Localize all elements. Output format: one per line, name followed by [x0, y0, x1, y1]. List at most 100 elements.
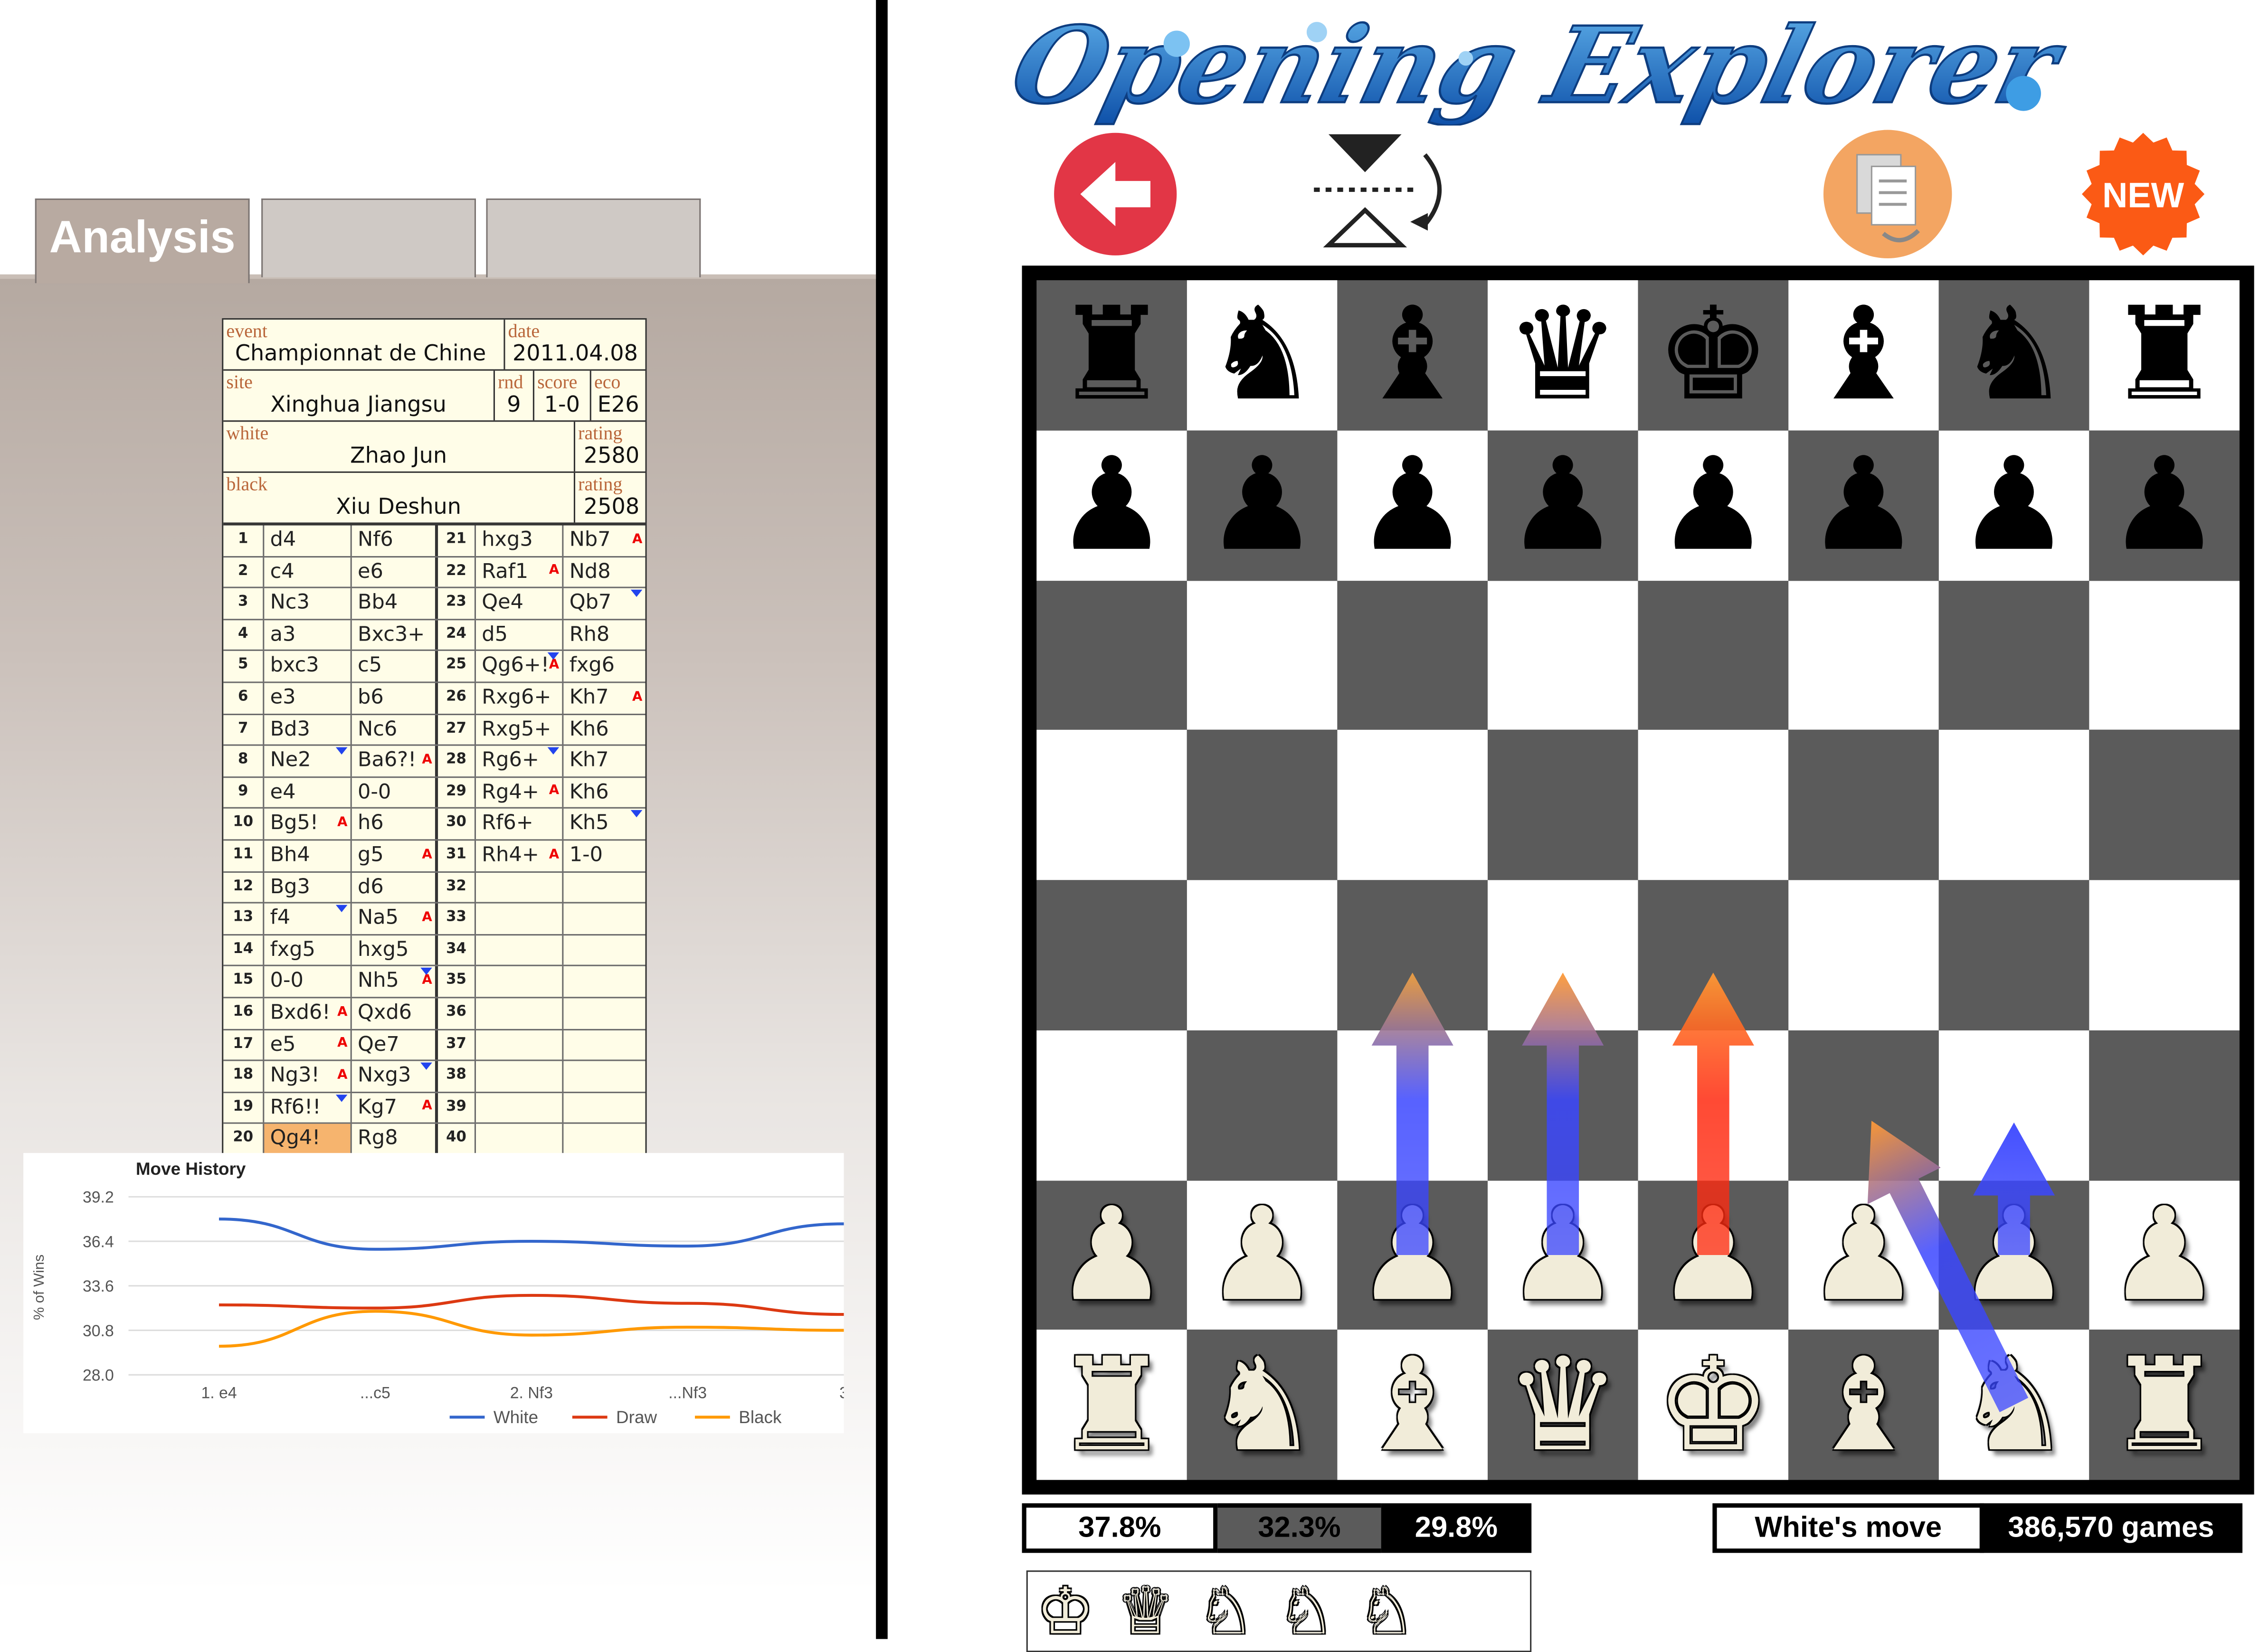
black-move[interactable]: Qxd6	[350, 998, 435, 1029]
black-move[interactable]: Nd8	[562, 557, 645, 587]
white-move[interactable]	[474, 935, 562, 965]
white-move[interactable]: Qg4!	[263, 1124, 351, 1154]
white-move[interactable]: Bd3	[263, 714, 350, 745]
black-move[interactable]	[562, 935, 645, 965]
black-move[interactable]	[562, 903, 645, 934]
square-h3[interactable]	[2089, 1030, 2240, 1180]
white-move[interactable]: 0-0	[263, 966, 350, 997]
black-move[interactable]: e6	[350, 557, 435, 587]
square-f3[interactable]	[1788, 1030, 1939, 1180]
square-c6[interactable]	[1337, 580, 1488, 730]
black-move[interactable]	[562, 1093, 645, 1123]
white-move[interactable]: Rg6+	[474, 746, 562, 776]
tab-analysis[interactable]: Analysis	[35, 198, 250, 283]
square-d4[interactable]	[1487, 880, 1638, 1030]
white-move[interactable]	[474, 998, 562, 1029]
white-knight-icon[interactable]: ♞	[1939, 1330, 2089, 1480]
black-queen-icon[interactable]: ♛	[1488, 280, 1638, 430]
black-move[interactable]: 0-0	[350, 777, 435, 808]
square-e4[interactable]	[1638, 880, 1789, 1030]
black-move[interactable]: Qe7	[350, 1029, 435, 1060]
white-pawn-icon[interactable]: ♟	[2089, 1180, 2240, 1330]
black-move[interactable]: Na5 A	[350, 903, 435, 934]
white-rook-icon[interactable]: ♜	[2089, 1330, 2240, 1480]
white-move[interactable]	[474, 1093, 562, 1123]
white-move[interactable]: Raf1 A	[474, 557, 562, 587]
white-move[interactable]: fxg5	[263, 935, 350, 965]
square-b4[interactable]	[1187, 880, 1338, 1030]
white-move[interactable]: Bg3	[263, 872, 350, 902]
black-pawn-icon[interactable]: ♟	[1036, 430, 1187, 580]
black-pawn-icon[interactable]: ♟	[1788, 430, 1939, 580]
black-move[interactable]	[562, 872, 645, 902]
white-move[interactable]: Bg5! A	[263, 809, 350, 840]
white-pawn-icon[interactable]: ♟	[1788, 1180, 1939, 1330]
black-move[interactable]: Kh7	[562, 746, 645, 776]
square-a4[interactable]	[1036, 880, 1187, 1030]
square-c4[interactable]	[1337, 880, 1488, 1030]
white-pawn-icon[interactable]: ♟	[1939, 1180, 2089, 1330]
square-h6[interactable]	[2089, 580, 2240, 730]
square-g5[interactable]	[1938, 730, 2089, 880]
white-pawn-icon[interactable]: ♟	[1187, 1180, 1338, 1330]
black-move[interactable]: Kh6	[562, 777, 645, 808]
back-button[interactable]	[1051, 130, 1179, 258]
white-move[interactable]	[474, 966, 562, 997]
white-pawn-icon[interactable]: ♟	[1488, 1180, 1638, 1330]
black-knight-icon[interactable]: ♞	[1939, 280, 2089, 430]
tab-2[interactable]	[261, 198, 476, 277]
square-f4[interactable]	[1788, 880, 1939, 1030]
white-move[interactable]: Nc3	[263, 588, 350, 619]
black-pawn-icon[interactable]: ♟	[1638, 430, 1789, 580]
black-rook-icon[interactable]: ♜	[2089, 280, 2240, 430]
white-move[interactable]: Qg6+! A	[474, 651, 562, 682]
black-pawn-icon[interactable]: ♟	[1337, 430, 1488, 580]
black-move[interactable]: Rh8	[562, 620, 645, 650]
black-knight-icon[interactable]: ♞	[1187, 280, 1338, 430]
white-pawn-icon[interactable]: ♟	[1638, 1180, 1789, 1330]
white-move[interactable]: hxg3	[474, 525, 562, 556]
white-bishop-icon[interactable]: ♝	[1788, 1330, 1939, 1480]
black-move[interactable]: Nc6	[350, 714, 435, 745]
square-d6[interactable]	[1487, 580, 1638, 730]
square-c5[interactable]	[1337, 730, 1488, 880]
square-b3[interactable]	[1187, 1030, 1338, 1180]
black-move[interactable]	[562, 1124, 645, 1154]
white-move[interactable]: Rg4+ A	[474, 777, 562, 808]
square-b6[interactable]	[1187, 580, 1338, 730]
square-a5[interactable]	[1036, 730, 1187, 880]
black-pawn-icon[interactable]: ♟	[2089, 430, 2240, 580]
square-f5[interactable]	[1788, 730, 1939, 880]
white-move[interactable]: Bxd6! A	[263, 998, 350, 1029]
black-move[interactable]: Kh6	[562, 714, 645, 745]
white-rook-icon[interactable]: ♜	[1036, 1330, 1187, 1480]
white-move[interactable]	[474, 1124, 562, 1154]
black-king-icon[interactable]: ♚	[1638, 280, 1789, 430]
black-move[interactable]: Kg7 A	[350, 1093, 435, 1123]
white-move[interactable]: c4	[263, 557, 350, 587]
black-bishop-icon[interactable]: ♝	[1337, 280, 1488, 430]
black-move[interactable]: c5	[350, 651, 435, 682]
square-g6[interactable]	[1938, 580, 2089, 730]
white-move[interactable]: bxc3	[263, 651, 350, 682]
black-pawn-icon[interactable]: ♟	[1939, 430, 2089, 580]
copy-button[interactable]	[1822, 128, 1954, 260]
tab-3[interactable]	[486, 198, 701, 277]
white-move[interactable]: Rxg6+	[474, 683, 562, 713]
white-move[interactable]	[474, 872, 562, 902]
square-e6[interactable]	[1638, 580, 1789, 730]
black-move[interactable]: Nh5 A	[350, 966, 435, 997]
square-f6[interactable]	[1788, 580, 1939, 730]
square-d5[interactable]	[1487, 730, 1638, 880]
black-move[interactable]: Bxc3+	[350, 620, 435, 650]
black-move[interactable]: Qb7	[562, 588, 645, 619]
black-move[interactable]	[562, 1061, 645, 1092]
black-pawn-icon[interactable]: ♟	[1488, 430, 1638, 580]
white-move[interactable]: Rf6!!	[263, 1093, 350, 1123]
black-move[interactable]: d6	[350, 872, 435, 902]
square-a3[interactable]	[1036, 1030, 1187, 1180]
black-move[interactable]: Bb4	[350, 588, 435, 619]
white-move[interactable]	[474, 1061, 562, 1092]
black-move[interactable]	[562, 966, 645, 997]
flip-board-button[interactable]	[1311, 128, 1451, 254]
